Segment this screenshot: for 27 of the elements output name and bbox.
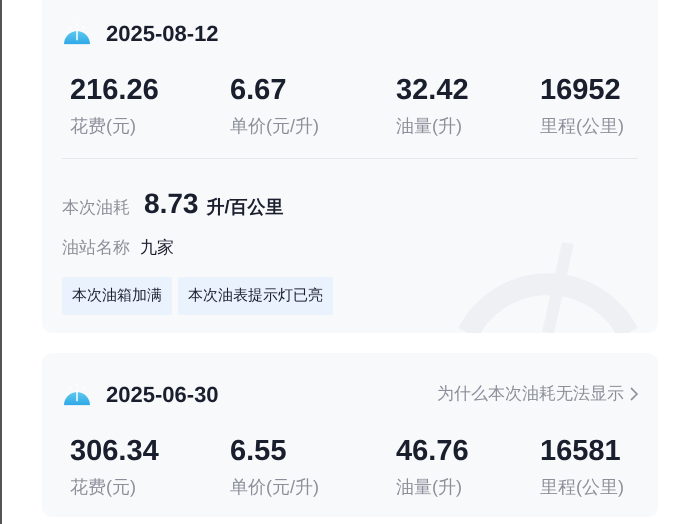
stat-label: 里程(公里) [540,115,625,138]
field-label: 油站名称 [62,237,130,259]
stat-label: 单价(元/升) [230,115,320,138]
record-date: 2025-06-30 [106,380,219,408]
stat-value: 16952 [540,73,622,108]
tag: 本次油箱加满 [62,276,172,315]
stat-label: 油量(升) [396,476,463,499]
stat-value: 46.76 [396,434,470,469]
chevron-icon [630,387,638,401]
stat-value: 6.55 [230,434,288,469]
stat-value: 216.26 [70,73,160,108]
field-label: 本次油耗 [62,197,130,219]
stat-label: 里程(公里) [540,476,625,499]
stat-label: 花费(元) [70,476,137,499]
record-date: 2025-08-12 [106,20,219,48]
stat-value: 6.67 [230,73,288,108]
station-name: 九家 [140,237,174,259]
stat-label: 油量(升) [396,115,463,138]
stat-value: 32.42 [396,73,470,108]
help-link[interactable]: 为什么本次油耗无法显示 [437,381,638,407]
stat-value: 16581 [540,434,622,469]
consumption-value: 8.73 [144,187,198,221]
stat-value: 306.34 [70,434,160,469]
consumption-unit: 升/百公里 [206,196,284,219]
stat-label: 花费(元) [70,115,137,138]
tag: 本次油表提示灯已亮 [178,276,333,315]
stat-label: 单价(元/升) [230,476,320,499]
